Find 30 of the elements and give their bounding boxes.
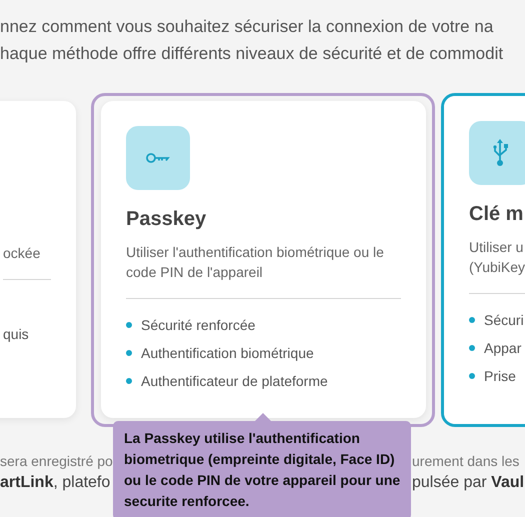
bullet-icon	[126, 350, 132, 356]
feature-text: Authentification biométrique	[141, 344, 314, 363]
method-card[interactable]: Passkey Utiliser l'authentification biométrique ou le code PIN de l'appareil Sécurité renforcée Authentification biométrique Authentificateur de plateforme	[101, 101, 426, 418]
method-description: Utiliser l'authentification biométrique ou le code PIN de l'appareil	[126, 243, 385, 282]
feature-text: Sécuri	[484, 311, 524, 330]
footer-text: artLink, platefo	[0, 473, 110, 493]
key-icon	[146, 152, 170, 164]
bullet-icon	[469, 345, 475, 351]
method-description: ockée	[3, 244, 42, 263]
method-card[interactable]: Clé m Utiliser u (YubiKey Sécuri Appar Prise	[444, 96, 525, 424]
method-title: Passkey	[126, 207, 208, 231]
bullet-icon	[469, 317, 475, 323]
intro-text: haque méthode offre différents niveaux de sécurité et de commodit	[0, 43, 504, 65]
feature-text: Authentificateur de plateforme	[141, 372, 328, 391]
method-description: Utiliser u (YubiKey	[469, 238, 525, 277]
usb-icon	[492, 139, 510, 167]
bullet-icon	[469, 373, 475, 379]
intro-text: nnez comment vous souhaitez sécuriser la connexion de votre na	[0, 16, 494, 38]
footer-text: urement dans les	[412, 452, 520, 471]
feature-text: quis	[3, 325, 29, 344]
footer-text: sera enregistré po	[0, 452, 113, 471]
tooltip: La Passkey utilise l'authentification biometrique (empreinte digitale, Face ID) ou le code PIN de votre appareil pour une securite renforcee.	[113, 413, 411, 517]
footer-text: pulsée par Vaul	[412, 473, 524, 493]
method-title: Clé m	[469, 202, 524, 226]
feature-text: Sécurité renforcée	[141, 316, 256, 335]
method-card[interactable]: ockée quis	[0, 101, 76, 418]
bullet-icon	[126, 322, 132, 328]
feature-text: Appar	[484, 339, 522, 358]
feature-text: Prise	[484, 367, 516, 386]
bullet-icon	[126, 378, 132, 384]
